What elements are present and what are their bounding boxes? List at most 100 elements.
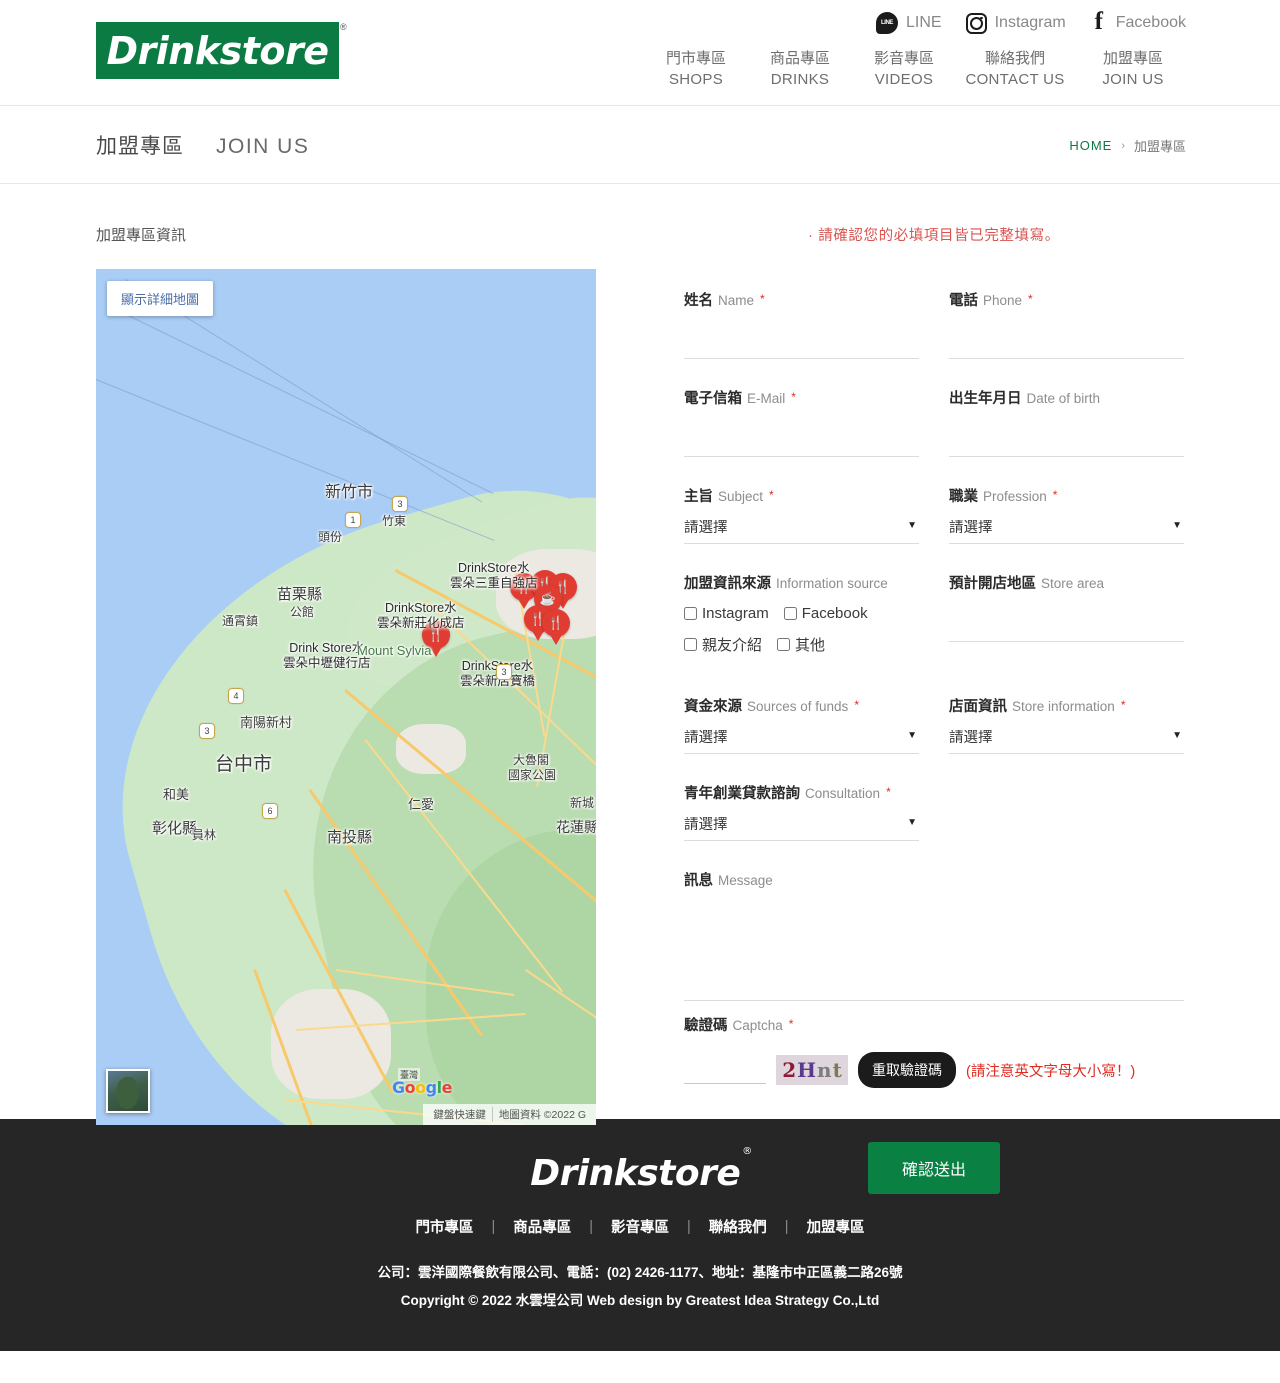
map-route-shield: 3	[199, 723, 215, 739]
map-route-shield: 1	[345, 512, 361, 528]
footer-link-shops[interactable]: 門市專區	[397, 1216, 491, 1237]
captcha-input[interactable]	[684, 1056, 766, 1084]
label-subject-en: Subject	[718, 489, 764, 504]
label-subject: 主旨 Subject *	[684, 487, 919, 507]
checkbox-facebook-input[interactable]	[783, 607, 797, 620]
social-link-instagram[interactable]: Instagram	[965, 12, 1066, 34]
nav-shops-en: SHOPS	[668, 71, 723, 88]
subject-select[interactable]: 請選擇	[684, 513, 919, 544]
label-message-zh: 訊息	[684, 873, 713, 889]
store-area-input[interactable]	[949, 610, 1184, 642]
submit-button[interactable]: 確認送出	[867, 1142, 1000, 1194]
checkbox-facebook[interactable]: Facebook	[783, 605, 868, 622]
label-captcha: 驗證碼 Captcha *	[684, 1016, 1184, 1036]
label-subject-zh: 主旨	[684, 489, 713, 505]
field-store-information: 店面資訊 Store information * 請選擇 ▼	[949, 697, 1184, 754]
page-content: 加盟專區資訊 顯示詳細地圖 🍴 🍴 🍴 ☕ 🍴 🍴 🍴 DrinkStore水 …	[0, 184, 1280, 1194]
checkbox-referral-input[interactable]	[684, 638, 697, 651]
map-data-attribution: 地圖資料 ©2022 G	[491, 1107, 592, 1122]
label-phone-zh: 電話	[949, 293, 978, 309]
field-date-of-birth: 出生年月日 Date of birth	[949, 389, 1184, 457]
checkbox-referral-label: 親友介紹	[702, 637, 763, 654]
form-row-subject-profession: 主旨 Subject * 請選擇 ▼ 職業 Profession * 請選擇 ▼	[684, 487, 1184, 574]
satellite-view-toggle[interactable]	[106, 1069, 150, 1113]
date-of-birth-input[interactable]	[949, 425, 1184, 457]
footer-company-line: 公司：雲洋國際餐飲有限公司、電話：(02) 2426-1177、地址：基隆市中正…	[377, 1265, 903, 1280]
checkbox-other-input[interactable]	[777, 638, 791, 651]
store-information-select[interactable]: 請選擇	[949, 723, 1184, 754]
nav-videos-en: VIDEOS	[874, 71, 934, 88]
checkbox-instagram[interactable]: Instagram	[684, 605, 769, 622]
checkbox-other[interactable]: 其他	[777, 634, 825, 655]
form-row-email-birth: 電子信箱 E-Mail * 出生年月日 Date of birth	[684, 389, 1184, 487]
footer-link-join[interactable]: 加盟專區	[789, 1216, 883, 1237]
footer-link-videos[interactable]: 影音專區	[593, 1216, 687, 1237]
breadcrumb-home[interactable]: HOME	[1069, 138, 1112, 153]
subject-select-wrap: 請選擇 ▼	[684, 513, 919, 544]
email-input[interactable]	[684, 425, 919, 457]
field-store-area: 預計開店地區 Store area	[949, 574, 1184, 667]
name-input[interactable]	[684, 327, 919, 359]
nav-item-shops[interactable]: 門市專區 SHOPS	[644, 48, 748, 90]
facebook-label: Facebook	[1115, 14, 1186, 31]
site-logo[interactable]: Drinkstore	[96, 22, 339, 79]
label-info-source-zh: 加盟資訊來源	[684, 576, 771, 592]
map-keyboard-shortcuts[interactable]: 鍵盤快速鍵	[427, 1107, 492, 1122]
nav-shops-zh: 門市專區	[665, 50, 726, 67]
nav-item-contact-us[interactable]: 聯絡我們 CONTACT US	[956, 48, 1074, 90]
footer-company-info: 公司：雲洋國際餐飲有限公司、電話：(02) 2426-1177、地址：基隆市中正…	[0, 1259, 1280, 1315]
logo-registered-mark: ®	[340, 22, 347, 32]
pin-tail	[429, 645, 443, 657]
footer-link-contact[interactable]: 聯絡我們	[691, 1216, 785, 1237]
refresh-captcha-button[interactable]: 重取驗證碼	[858, 1052, 956, 1088]
label-store-info-zh: 店面資訊	[949, 699, 1007, 715]
nav-item-join-us[interactable]: 加盟專區 JOIN US	[1074, 48, 1192, 90]
form-row-consultation: 青年創業貸款諮詢 Consultation * 請選擇 ▼	[684, 784, 1184, 871]
map-route-shield: 6	[262, 803, 278, 819]
join-us-form: · 請確認您的必填項目皆已完整填寫。 姓名 Name * 電話 Phone * 電子信箱…	[684, 224, 1184, 1194]
funds-select-wrap: 請選擇 ▼	[684, 723, 919, 754]
sources-of-funds-select[interactable]: 請選擇	[684, 723, 919, 754]
label-store-area-en: Store area	[1041, 576, 1105, 591]
main-navigation: 門市專區 SHOPS 商品專區 DRINKS 影音專區 VIDEOS 聯絡我們 …	[644, 48, 1192, 90]
nav-item-drinks[interactable]: 商品專區 DRINKS	[748, 48, 852, 90]
message-textarea[interactable]	[684, 901, 1184, 1001]
label-email-required: *	[791, 390, 796, 404]
label-phone-en: Phone	[983, 293, 1023, 308]
profession-select-wrap: 請選擇 ▼	[949, 513, 1184, 544]
nav-contact-en: CONTACT US	[965, 71, 1065, 88]
social-link-facebook[interactable]: f Facebook	[1090, 9, 1186, 34]
map-column: 加盟專區資訊 顯示詳細地圖 🍴 🍴 🍴 ☕ 🍴 🍴 🍴 DrinkStore水 …	[96, 224, 596, 1125]
field-sources-of-funds: 資金來源 Sources of funds * 請選擇 ▼	[684, 697, 919, 754]
footer-logo-registered-mark: ®	[742, 1146, 752, 1157]
social-links: LINE LINE Instagram f Facebook	[876, 9, 1186, 34]
checkbox-instagram-input[interactable]	[684, 607, 697, 620]
map-urban-area	[396, 724, 466, 774]
profession-select[interactable]: 請選擇	[949, 513, 1184, 544]
field-captcha: 驗證碼 Captcha * 2Hnt 重取驗證碼 (請注意英文字母大小寫！)	[684, 1016, 1184, 1088]
map-attribution: 鍵盤快速鍵 地圖資料 ©2022 G	[423, 1104, 596, 1125]
nav-item-videos[interactable]: 影音專區 VIDEOS	[852, 48, 956, 90]
checkbox-facebook-label: Facebook	[801, 605, 868, 622]
nav-join-zh: 加盟專區	[1102, 50, 1163, 67]
footer-link-drinks[interactable]: 商品專區	[495, 1216, 589, 1237]
label-store-area-zh: 預計開店地區	[949, 576, 1036, 592]
line-icon: LINE	[876, 12, 899, 34]
label-consultation-zh: 青年創業貸款諮詢	[684, 786, 800, 802]
nav-drinks-en: DRINKS	[770, 71, 830, 88]
map-route-shield: 4	[228, 688, 244, 704]
field-consultation: 青年創業貸款諮詢 Consultation * 請選擇 ▼	[684, 784, 919, 841]
google-map[interactable]: 顯示詳細地圖 🍴 🍴 🍴 ☕ 🍴 🍴 🍴 DrinkStore水 雲朵三重自強店 DrinkSt…	[96, 269, 596, 1125]
map-section-heading: 加盟專區資訊	[96, 227, 187, 244]
field-information-source: 加盟資訊來源 Information source Instagram Faceb…	[684, 574, 919, 667]
phone-input[interactable]	[949, 327, 1184, 359]
social-link-line[interactable]: LINE LINE	[876, 12, 942, 34]
consultation-select[interactable]: 請選擇	[684, 810, 919, 841]
form-row-source-area: 加盟資訊來源 Information source Instagram Faceb…	[684, 574, 1184, 697]
label-name: 姓名 Name *	[684, 291, 919, 311]
checkbox-referral[interactable]: 親友介紹	[684, 634, 762, 655]
label-store-area: 預計開店地區 Store area	[949, 574, 1184, 594]
restaurant-pin[interactable]: 🍴	[542, 609, 570, 645]
label-captcha-en: Captcha	[732, 1018, 783, 1033]
show-detailed-map-button[interactable]: 顯示詳細地圖	[107, 281, 214, 316]
